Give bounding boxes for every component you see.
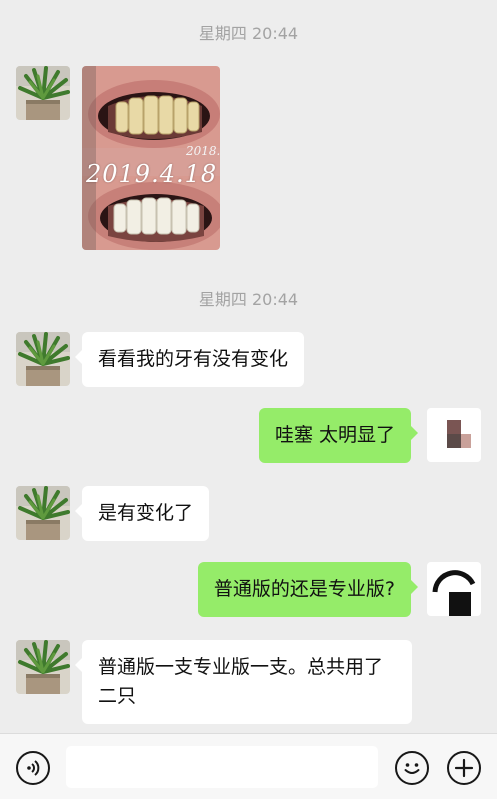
teeth-photo — [82, 66, 220, 250]
message-bubble-outgoing[interactable]: 哇塞 太明显了 — [258, 408, 419, 463]
contact-avatar[interactable] — [16, 640, 70, 694]
photo-date-stamp: 2019.4.18 — [86, 160, 218, 188]
timestamp: 星期四 20:44 — [198, 290, 299, 309]
photo-message[interactable]: 2018.1.11 2019.4.18 — [82, 66, 220, 250]
message-bubble-incoming[interactable]: 是有变化了 — [74, 486, 210, 541]
timestamp: 星期四 20:44 — [198, 24, 299, 43]
contact-avatar[interactable] — [16, 486, 70, 540]
message-bubble-outgoing[interactable]: 普通版的还是专业版? — [197, 562, 419, 617]
photo-date-stamp-small: 2018.1.11 — [186, 144, 220, 158]
my-avatar[interactable] — [427, 408, 481, 462]
message-input[interactable] — [66, 746, 378, 788]
message-bubble-incoming[interactable]: 普通版一支专业版一支。总共用了二只 — [75, 640, 412, 724]
my-avatar[interactable] — [427, 562, 481, 616]
voice-button[interactable] — [16, 751, 50, 785]
input-bar — [0, 733, 497, 799]
chat-area[interactable]: 星期四 20:44 2018. 2019.4.18 星期四 20:44 看看我的… — [0, 0, 497, 733]
plus-icon — [454, 758, 474, 778]
emoji-button[interactable] — [395, 751, 429, 785]
emoji-icon — [404, 763, 420, 774]
voice-icon — [27, 760, 40, 776]
more-button[interactable] — [447, 751, 481, 785]
contact-avatar[interactable] — [16, 66, 70, 120]
message-bubble-incoming[interactable]: 看看我的牙有没有变化 — [74, 332, 305, 387]
contact-avatar[interactable] — [16, 332, 70, 386]
